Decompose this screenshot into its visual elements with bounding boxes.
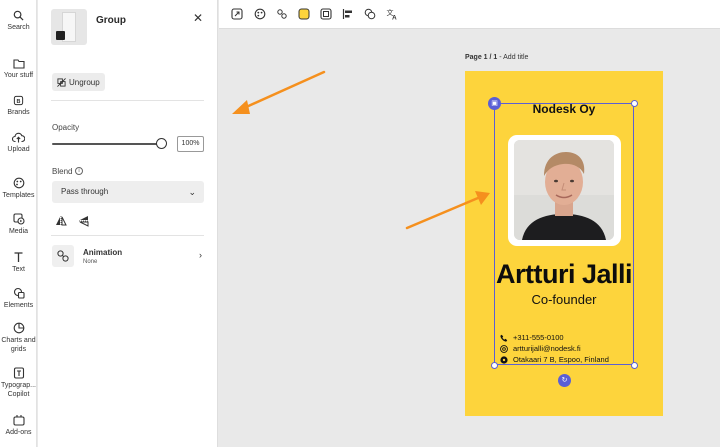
fill-color-swatch-icon[interactable] [298, 8, 310, 20]
rail-item-brands[interactable]: B Brands [0, 95, 37, 117]
shapes-icon [13, 287, 25, 299]
animation-icon [57, 250, 69, 262]
divider [51, 100, 204, 101]
properties-panel: Group ✕ Ungroup Opacity 100% Blend i Pas… [38, 0, 218, 447]
ungroup-icon [57, 77, 66, 87]
rail-item-templates[interactable]: Templates [0, 177, 37, 200]
group-badge-icon[interactable]: ▣ [488, 97, 501, 110]
rail-item-typography-copilot[interactable]: Typograp... Copilot [0, 367, 37, 399]
text-icon [14, 252, 23, 262]
rail-item-charts[interactable]: Charts and grids [0, 322, 37, 354]
rail-item-label: Add-ons [5, 429, 32, 436]
opacity-input[interactable]: 100% [177, 136, 204, 152]
annotation-arrow-icon [232, 70, 326, 114]
chart-icon [13, 322, 24, 334]
thumbnail-qr [56, 31, 65, 40]
top-toolbar: 文A [219, 0, 720, 29]
rotate-icon[interactable]: ↻ [558, 374, 571, 387]
rail-item-label: Search [7, 24, 30, 31]
folder-icon [12, 59, 25, 69]
addons-icon [12, 415, 25, 426]
rail-item-label: Templates [2, 192, 35, 199]
animation-icon-box[interactable] [52, 245, 74, 267]
upload-cloud-icon [12, 132, 25, 143]
group-thumbnail [51, 9, 87, 45]
opacity-slider-thumb[interactable] [156, 138, 167, 149]
opacity-label: Opacity [52, 123, 80, 132]
resize-handle-bottom-right[interactable] [631, 362, 638, 369]
rail-item-search[interactable]: Search [0, 10, 37, 32]
rail-item-your-stuff[interactable]: Your stuff [0, 58, 37, 80]
rail-item-elements[interactable]: Elements [0, 287, 37, 310]
rail-item-media[interactable]: Media [0, 213, 37, 236]
align-left-icon[interactable] [342, 8, 354, 20]
color-palette-icon[interactable] [254, 8, 266, 20]
opacity-slider-track[interactable] [52, 143, 162, 145]
svg-text:A: A [392, 15, 397, 21]
close-icon[interactable]: ✕ [193, 11, 203, 25]
left-rail: Search Your stuff B Brands Upload Templa… [0, 0, 37, 447]
typography-icon [13, 367, 24, 379]
rail-item-label: Typograp... Copilot [0, 382, 37, 398]
templates-icon [13, 177, 24, 189]
rail-item-label: Upload [7, 146, 30, 153]
ungroup-button[interactable]: Ungroup [52, 73, 105, 91]
animation-toolbar-icon[interactable] [276, 8, 288, 20]
rail-item-upload[interactable]: Upload [0, 132, 37, 154]
page-label[interactable]: Page 1 / 1 - Add title [465, 54, 528, 61]
ungroup-label: Ungroup [69, 77, 100, 87]
divider [51, 235, 204, 236]
chevron-right-icon[interactable]: › [199, 250, 202, 260]
svg-text:B: B [17, 99, 21, 105]
rail-item-label: Charts and grids [1, 337, 36, 353]
rail-item-label: Media [8, 228, 29, 235]
flip-vertical-icon[interactable] [78, 215, 90, 227]
flip-horizontal-icon[interactable] [55, 215, 67, 227]
chevron-down-icon: ⌄ [188, 187, 196, 197]
panel-title: Group [96, 15, 126, 26]
info-icon[interactable]: i [75, 167, 83, 175]
layers-icon[interactable] [364, 8, 376, 20]
resize-icon[interactable] [231, 8, 243, 20]
animation-title[interactable]: Animation [83, 248, 122, 257]
rail-item-addons[interactable]: Add-ons [0, 414, 37, 437]
search-icon [13, 10, 24, 21]
rail-item-text[interactable]: Text [0, 251, 37, 274]
page-number: Page 1 / 1 [465, 54, 498, 61]
resize-handle-bottom-left[interactable] [491, 362, 498, 369]
resize-handle-top-right[interactable] [631, 100, 638, 107]
stroke-icon[interactable] [320, 8, 332, 20]
animation-value: None [83, 259, 98, 265]
media-icon [12, 213, 25, 225]
rail-item-label: Elements [3, 302, 34, 309]
rail-item-label: Brands [7, 109, 30, 116]
selection-box[interactable] [494, 103, 634, 365]
blend-mode-select[interactable]: Pass through ⌄ [52, 181, 204, 203]
rail-item-label: Your stuff [3, 72, 34, 79]
rail-item-label: Text [12, 266, 25, 273]
blend-label: Blend [52, 167, 73, 176]
brand-icon: B [13, 95, 24, 106]
add-title-link[interactable]: - Add title [497, 54, 528, 61]
blend-mode-value: Pass through [61, 187, 109, 196]
translate-icon[interactable]: 文A [386, 8, 398, 20]
